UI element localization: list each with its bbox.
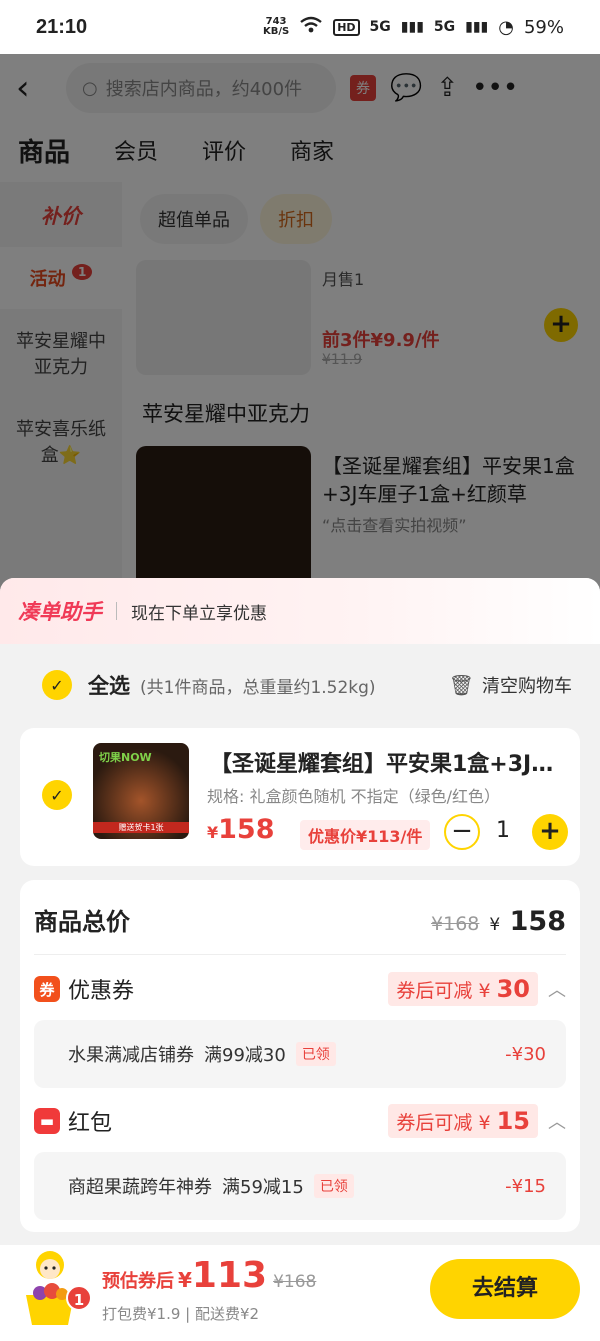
item-checkbox[interactable]: ✓ (42, 780, 72, 810)
original-price: ¥168 (273, 1272, 317, 1292)
select-all-label[interactable]: 全选 (88, 670, 130, 700)
hd-icon: HD (333, 18, 360, 36)
coupon-label: 优惠券 (68, 979, 135, 1004)
trash-icon: 🗑 (448, 673, 474, 697)
redpacket-savings: 券后可减 ¥ 15 (388, 1104, 538, 1138)
redpacket-name: 商超果蔬跨年神券 (68, 1177, 212, 1198)
divider (34, 954, 566, 955)
summary-title: 商品总价 (34, 908, 130, 936)
fees-info: 打包费¥1.9 | 配送费¥2 (102, 1305, 260, 1323)
red-packet-icon: ▬ (34, 1108, 60, 1134)
signal-5g-icon-2: 5G (433, 19, 456, 35)
cart-item: ✓ 切果NOW 赠送贺卡1张 【圣诞星耀套组】平安果1盒+3J车厘子1盒+红颜草… (20, 728, 580, 866)
status-bar: 21:10 743 KB/S HD 5G ▮▮▮ 5G ▮▮▮ ◔ 59% (0, 0, 600, 54)
chevron-up-icon[interactable]: ︿ (548, 976, 566, 1002)
network-speed: 743 KB/S (262, 16, 290, 37)
checkout-button[interactable]: 去结算 (430, 1259, 580, 1319)
coupon-detail[interactable]: 水果满减店铺券 满99减30 已领 -¥30 (34, 1020, 566, 1088)
quantity-value: 1 (496, 818, 510, 843)
coupon-icon: 券 (34, 976, 60, 1002)
estimated-total: 预估券后 ¥113 ¥168 (102, 1255, 317, 1296)
cart-weight-info: (共1件商品，总重量约1.52kg) (140, 677, 376, 698)
checkout-bar: 1 预估券后 ¥113 ¥168 打包费¥1.9 | 配送费¥2 去结算 (0, 1245, 600, 1341)
assistant-text: 现在下单立享优惠 (131, 603, 267, 624)
signal-bars-icon: ▮▮▮ (400, 19, 424, 35)
battery-icon: ◔ (498, 16, 514, 38)
assistant-logo: 凑单助手 (18, 600, 102, 624)
item-price: ¥158 (207, 814, 275, 845)
status-icons: 743 KB/S HD 5G ▮▮▮ 5G ▮▮▮ ◔ 59% (263, 16, 564, 38)
item-spec[interactable]: 规格: 礼盒颜色随机 不指定（绿色/红色） (207, 783, 547, 807)
item-thumbnail[interactable]: 切果NOW 赠送贺卡1张 (93, 743, 189, 839)
redpacket-row[interactable]: ▬ 红包 券后可减 ¥ 15 ︿ (34, 1104, 566, 1138)
signal-5g-icon: 5G (369, 19, 391, 35)
cart-sheet: 凑单助手 现在下单立享优惠 ✓ 全选 (共1件商品，总重量约1.52kg) 🗑 … (0, 578, 600, 1341)
summary-header: 商品总价 ¥168 ¥ 158 (34, 902, 566, 937)
modal-overlay[interactable] (0, 54, 600, 614)
wifi-icon (299, 16, 323, 38)
divider (116, 602, 117, 620)
order-assistant-banner[interactable]: 凑单助手 现在下单立享优惠 (0, 578, 600, 644)
redpacket-condition: 满59减15 (222, 1177, 304, 1198)
coupon-condition: 满99减30 (204, 1045, 286, 1066)
redpacket-amount: -¥15 (505, 1175, 546, 1197)
current-total: ¥ 158 (489, 906, 566, 937)
claimed-badge: 已领 (313, 1174, 354, 1198)
coupon-savings: 券后可减 ¥ 30 (388, 972, 538, 1006)
decrease-quantity-button[interactable]: − (444, 814, 480, 850)
clock: 21:10 (36, 15, 88, 38)
price-summary: 商品总价 ¥168 ¥ 158 券 优惠券 券后可减 ¥ 30 ︿ 水果满减店铺… (20, 880, 580, 1232)
coupon-name: 水果满减店铺券 (68, 1045, 194, 1066)
increase-quantity-button[interactable]: + (532, 814, 568, 850)
chevron-up-icon[interactable]: ︿ (548, 1108, 566, 1134)
coupon-row[interactable]: 券 优惠券 券后可减 ¥ 30 ︿ (34, 972, 566, 1006)
coupon-amount: -¥30 (505, 1043, 546, 1065)
deal-price-badge: 优惠价¥113/件 (300, 820, 431, 850)
cart-count-badge: 1 (66, 1285, 92, 1311)
item-title[interactable]: 【圣诞星耀套组】平安果1盒+3J车厘子1盒+红颜草莓1盒 (210, 746, 570, 778)
clear-cart-button[interactable]: 🗑 清空购物车 (449, 672, 572, 698)
select-all-row: ✓ 全选 (共1件商品，总重量约1.52kg) 🗑 清空购物车 (0, 644, 600, 726)
original-total: ¥168 (431, 913, 480, 935)
battery-level: 59% (523, 16, 564, 38)
select-all-checkbox[interactable]: ✓ (42, 670, 72, 700)
gift-ribbon: 赠送贺卡1张 (93, 822, 189, 833)
brand-logo: 切果NOW (99, 751, 152, 764)
redpacket-detail[interactable]: 商超果蔬跨年神券 满59减15 已领 -¥15 (34, 1152, 566, 1220)
redpacket-label: 红包 (68, 1111, 113, 1136)
signal-bars-icon-2: ▮▮▮ (465, 19, 489, 35)
claimed-badge: 已领 (295, 1042, 336, 1066)
